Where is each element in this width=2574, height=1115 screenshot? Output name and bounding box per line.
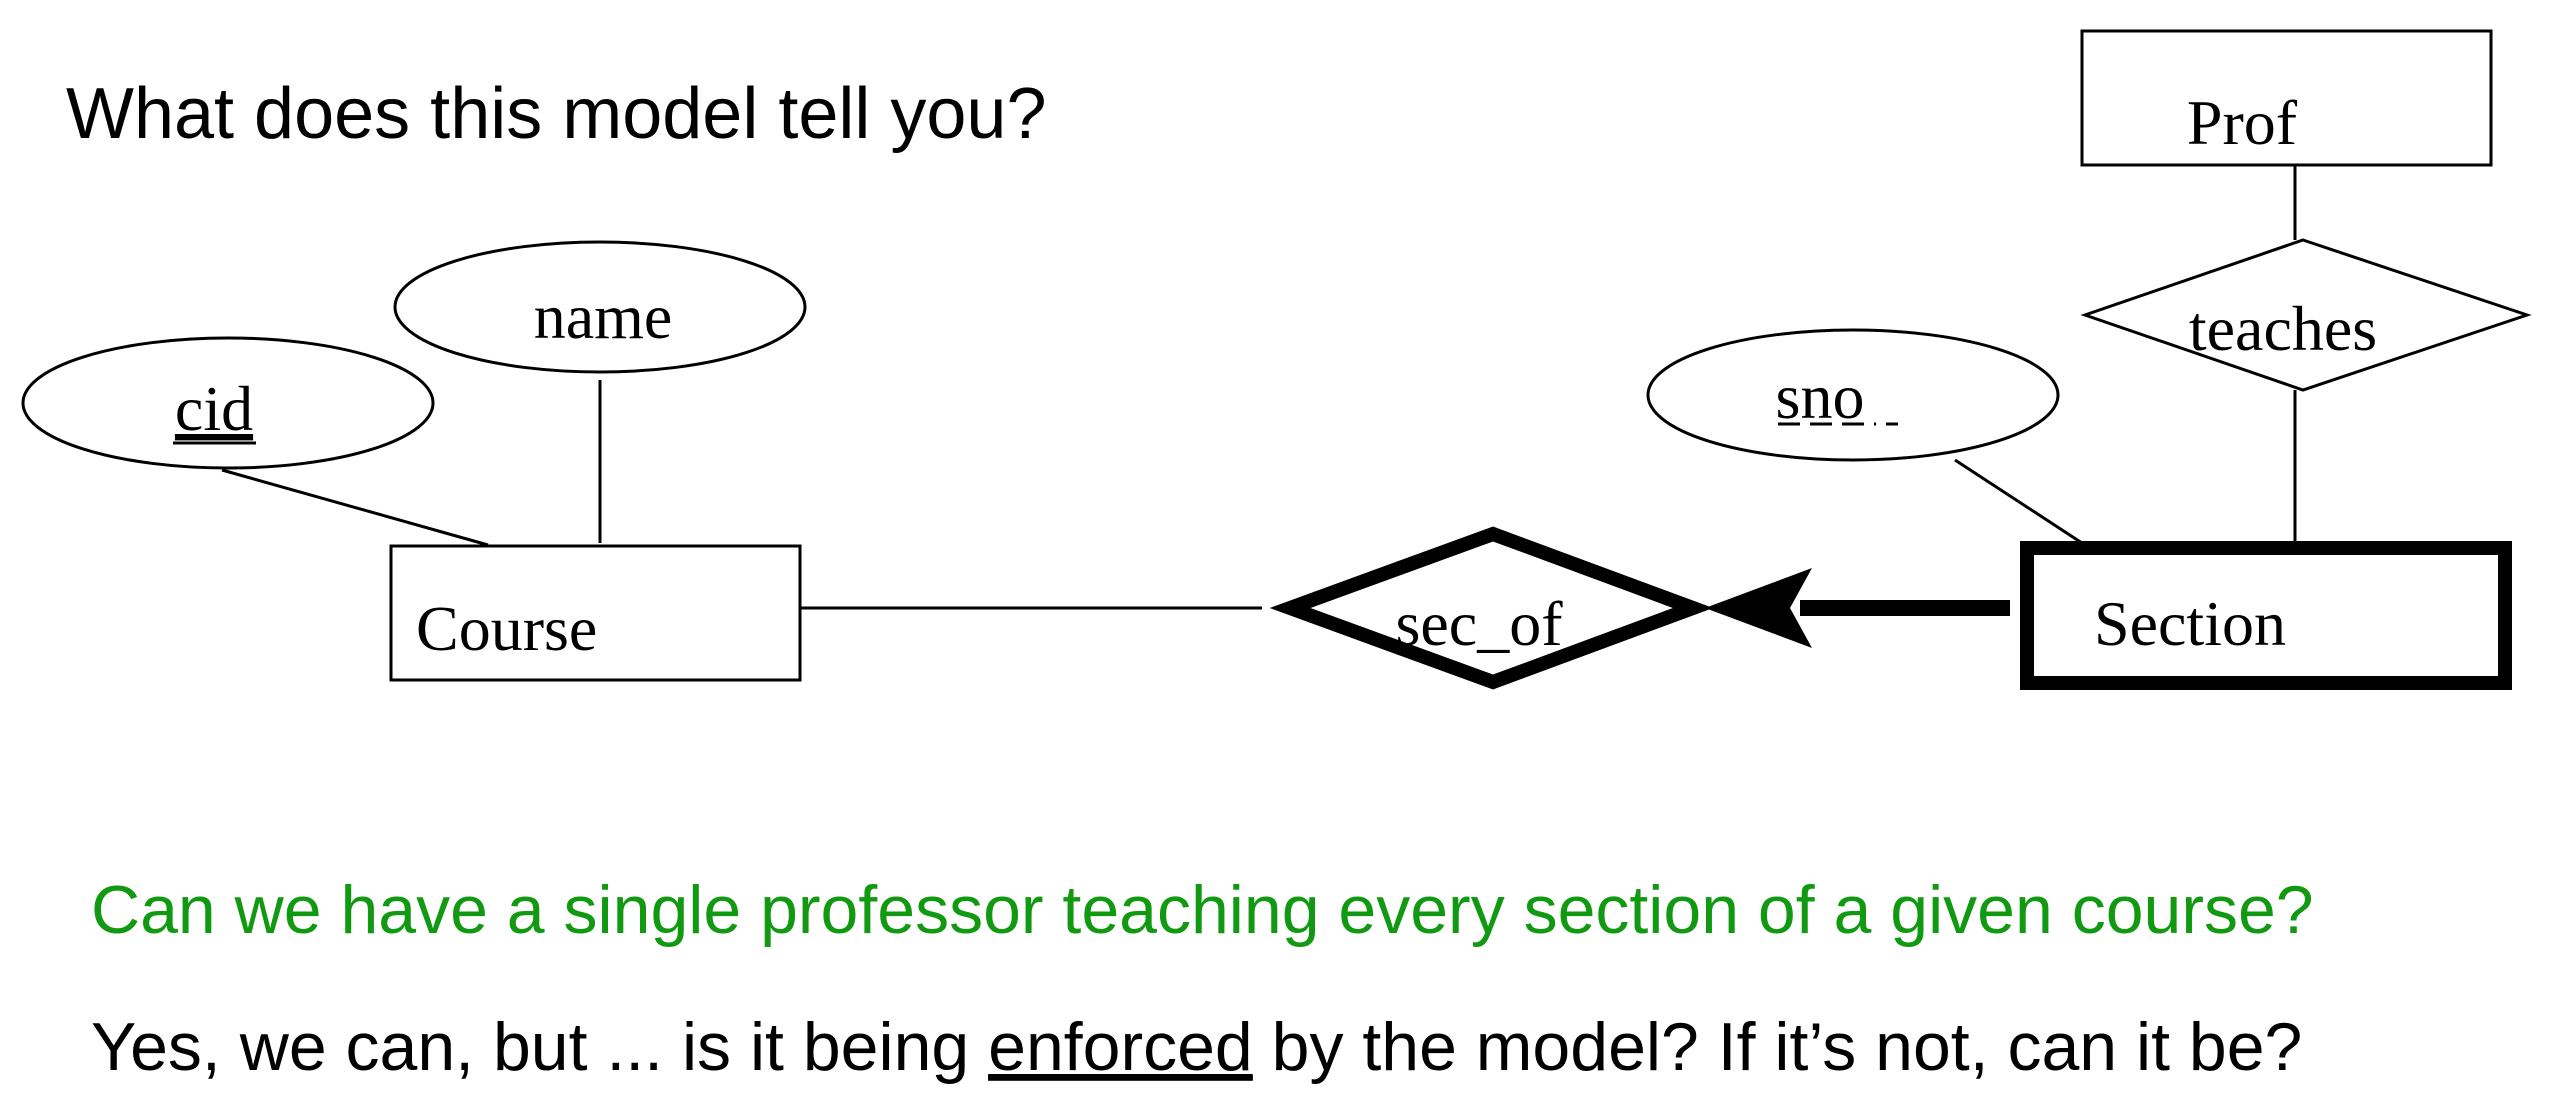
relationship-sec-of-label: sec_of bbox=[1395, 588, 1563, 659]
answer-text-before: Yes, we can, but ... is it being bbox=[91, 1009, 988, 1085]
answer-text-emphasis: enforced bbox=[988, 1009, 1253, 1085]
attribute-cid-label: cid bbox=[175, 373, 253, 444]
answer-text: Yes, we can, but ... is it being enforce… bbox=[91, 1009, 2302, 1085]
relationship-teaches-label: teaches bbox=[2189, 293, 2377, 364]
entity-section-label: Section bbox=[2094, 588, 2286, 659]
secof-arrowhead bbox=[1705, 568, 1812, 648]
attribute-sno-label: sno bbox=[1776, 361, 1865, 432]
answer-text-after: by the model? If it’s not, can it be? bbox=[1253, 1009, 2303, 1085]
attribute-name-label: name bbox=[534, 281, 673, 352]
entity-course-label: Course bbox=[416, 593, 597, 664]
sno-connector bbox=[1954, 458, 2086, 547]
er-diagram-slide: What does this model tell you? cid name … bbox=[21, 29, 2532, 1085]
slide-heading: What does this model tell you? bbox=[66, 74, 1047, 154]
cid-connector bbox=[221, 468, 489, 547]
question-text: Can we have a single professor teaching … bbox=[91, 872, 2314, 948]
entity-prof-label: Prof bbox=[2187, 87, 2298, 158]
